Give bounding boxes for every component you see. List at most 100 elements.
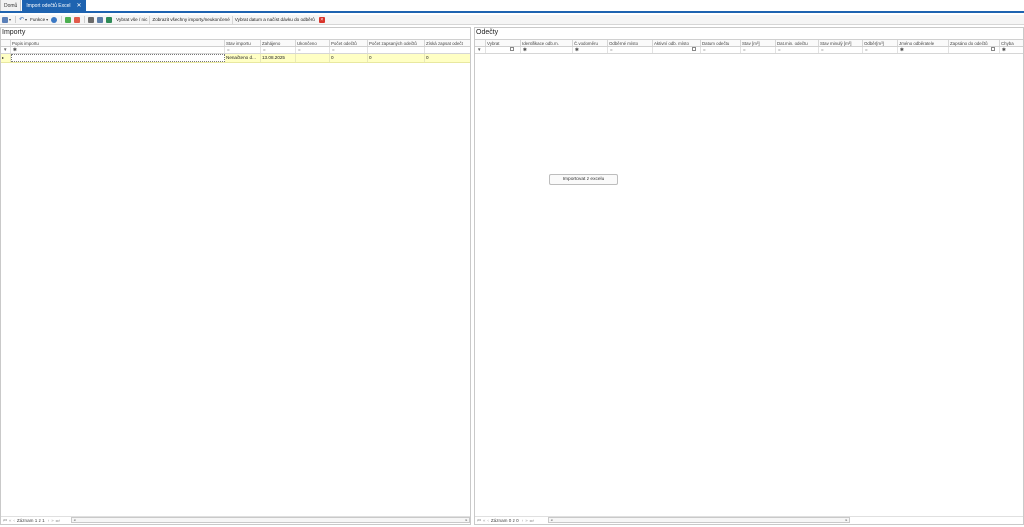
scroll-right-icon[interactable]: ▸ <box>844 518 849 522</box>
col-header-point-id[interactable]: Identifikace odb.m. <box>521 40 573 46</box>
col-header-prev-state[interactable]: Stav minulý [m³] <box>819 40 863 46</box>
col-header-active-point[interactable]: Aktivní odb. místo <box>653 40 701 46</box>
filter-meter-no[interactable]: ✱ <box>573 47 608 53</box>
col-header-prev-reading-date[interactable]: Dat.min. odečtu <box>776 40 819 46</box>
checkbox-icon[interactable] <box>510 47 514 51</box>
print-button[interactable] <box>87 16 95 24</box>
nav-next-page-icon[interactable]: » <box>525 518 527 523</box>
col-header-to-write[interactable]: Získá zapsat odečt <box>425 40 470 46</box>
tab-bar: Domů Import odečtů Excel ✕ <box>0 0 1024 13</box>
tab-home-label: Domů <box>4 2 18 9</box>
export-icon <box>106 16 113 23</box>
table-row[interactable]: ▸ Nenačteno d... 13.08.2025 0 0 0 <box>1 54 470 63</box>
filter-icon[interactable]: ▼ <box>1 47 11 53</box>
scroll-left-icon[interactable]: ◂ <box>72 518 77 522</box>
readings-header-row: Vybrat Identifikace odb.m. Č.vodoměru Od… <box>475 39 1023 47</box>
readings-horizontal-scrollbar[interactable]: ◂ ▸ <box>548 517 850 523</box>
nav-first-icon[interactable]: ⏮ <box>477 518 481 523</box>
filter-prev-state[interactable]: = <box>819 47 863 53</box>
filter-finished[interactable]: = <box>296 47 330 53</box>
col-header-finished[interactable]: Ukončeno <box>296 40 330 46</box>
col-header-reading-date[interactable]: Datum odečtu <box>701 40 741 46</box>
scroll-left-icon[interactable]: ◂ <box>549 518 554 522</box>
imports-panel-title: Importy <box>2 29 26 36</box>
filter-point-id[interactable]: ✱ <box>521 47 573 53</box>
undo-icon: ↶ <box>19 17 25 23</box>
select-date-button[interactable]: Vybrat datum a načíst dávku do odběrů <box>233 16 317 24</box>
col-header-status[interactable]: Stav importu <box>225 40 261 46</box>
nav-prev-icon[interactable]: ‹ <box>13 518 14 523</box>
filter-started[interactable]: = <box>261 47 296 53</box>
col-header-written[interactable]: Zapsáno do odečtů <box>949 40 1000 46</box>
readings-filter-row: ▼ ✱ ✱ = = = = = = ✱ ✱ <box>475 47 1023 54</box>
filter-consumption[interactable]: = <box>863 47 898 53</box>
filter-state[interactable]: = <box>741 47 776 53</box>
filter-select[interactable] <box>486 47 521 53</box>
col-header-customer-name[interactable]: Jméno odběratele <box>898 40 949 46</box>
nav-last-icon[interactable]: ⏭ <box>56 518 60 523</box>
nav-next-icon[interactable]: › <box>522 518 523 523</box>
layout-button[interactable]: ▾ <box>1 16 12 24</box>
filter-prev-reading-date[interactable]: = <box>776 47 819 53</box>
checkbox-icon[interactable] <box>692 47 696 51</box>
filter-to-write[interactable] <box>425 47 470 53</box>
grid-icon <box>2 16 8 23</box>
nav-first-icon[interactable]: ⏮ <box>3 518 7 523</box>
col-header-consumption-point[interactable]: Odběrné místo <box>608 40 653 46</box>
filter-description[interactable]: ✱ <box>11 47 225 53</box>
nav-prev-page-icon[interactable]: « <box>483 518 485 523</box>
refresh-icon <box>51 16 58 23</box>
description-cell[interactable] <box>11 54 225 62</box>
tab-import-excel[interactable]: Import odečtů Excel ✕ <box>22 0 86 11</box>
written-count-cell: 0 <box>368 54 425 62</box>
col-header-select[interactable]: Vybrat <box>486 40 521 46</box>
nav-last-icon[interactable]: ⏭ <box>530 518 534 523</box>
scroll-right-icon[interactable]: ▸ <box>464 518 469 522</box>
nav-next-page-icon[interactable]: » <box>51 518 53 523</box>
filter-active-point[interactable] <box>653 47 701 53</box>
checkbox-icon[interactable] <box>991 47 995 51</box>
add-button[interactable] <box>64 16 72 24</box>
col-header-meter-no[interactable]: Č.vodoměru <box>573 40 608 46</box>
col-header-description[interactable]: Popis importu <box>11 40 225 46</box>
imports-horizontal-scrollbar[interactable]: ◂ ▸ <box>71 517 470 523</box>
record-counter: Záznam 0 z 0 <box>490 518 519 523</box>
functions-label: Funkce <box>30 17 46 22</box>
filter-written-count[interactable] <box>368 47 425 53</box>
nav-prev-icon[interactable]: ‹ <box>487 518 488 523</box>
filter-status[interactable]: = <box>225 47 261 53</box>
nav-prev-page-icon[interactable]: « <box>9 518 11 523</box>
filter-icon[interactable]: ▼ <box>475 47 486 53</box>
filter-reading-count[interactable]: = <box>330 47 368 53</box>
filter-error[interactable]: ✱ <box>1000 47 1023 53</box>
show-all-imports-button[interactable]: Zobrazit všechny importy/neukončené <box>150 15 233 24</box>
delete-button[interactable] <box>73 16 81 24</box>
finished-cell <box>296 54 330 62</box>
functions-menu[interactable]: Funkce ▾ <box>29 16 49 24</box>
refresh-button[interactable] <box>50 16 58 24</box>
col-header-reading-count[interactable]: Počet odečtů <box>330 40 368 46</box>
tab-home[interactable]: Domů <box>0 0 22 11</box>
undo-button[interactable]: ↶ ▾ <box>18 16 28 24</box>
filter-consumption-point[interactable]: = <box>608 47 653 53</box>
row-indicator: ▸ <box>1 54 11 62</box>
nav-next-icon[interactable]: › <box>48 518 49 523</box>
copy-button[interactable] <box>96 16 104 24</box>
filter-reading-date[interactable]: = <box>701 47 741 53</box>
print-icon <box>88 16 95 23</box>
select-all-button[interactable]: Vybrat vše / nic <box>114 15 151 24</box>
toolbar: ▾ ↶ ▾ Funkce ▾ Vybrat vše / nic Zobrazit v… <box>0 15 1024 25</box>
close-icon[interactable]: × <box>318 16 325 23</box>
col-header-state[interactable]: Stav [m³] <box>741 40 776 46</box>
close-icon[interactable]: ✕ <box>77 2 82 9</box>
filter-customer-name[interactable]: ✱ <box>898 47 949 53</box>
import-from-excel-button[interactable]: Importovat z excelu <box>549 174 618 185</box>
col-header-consumption[interactable]: Odběr[m³] <box>863 40 898 46</box>
col-header-started[interactable]: Zahájeno <box>261 40 296 46</box>
col-header-written-count[interactable]: Počet zapsaných odečtů <box>368 40 425 46</box>
record-counter: Záznam 1 z 1 <box>16 518 45 523</box>
export-button[interactable] <box>105 16 113 24</box>
tab-import-excel-label: Import odečtů Excel <box>26 2 71 9</box>
filter-written[interactable] <box>949 47 1000 53</box>
col-header-error[interactable]: Chyba <box>1000 40 1023 46</box>
